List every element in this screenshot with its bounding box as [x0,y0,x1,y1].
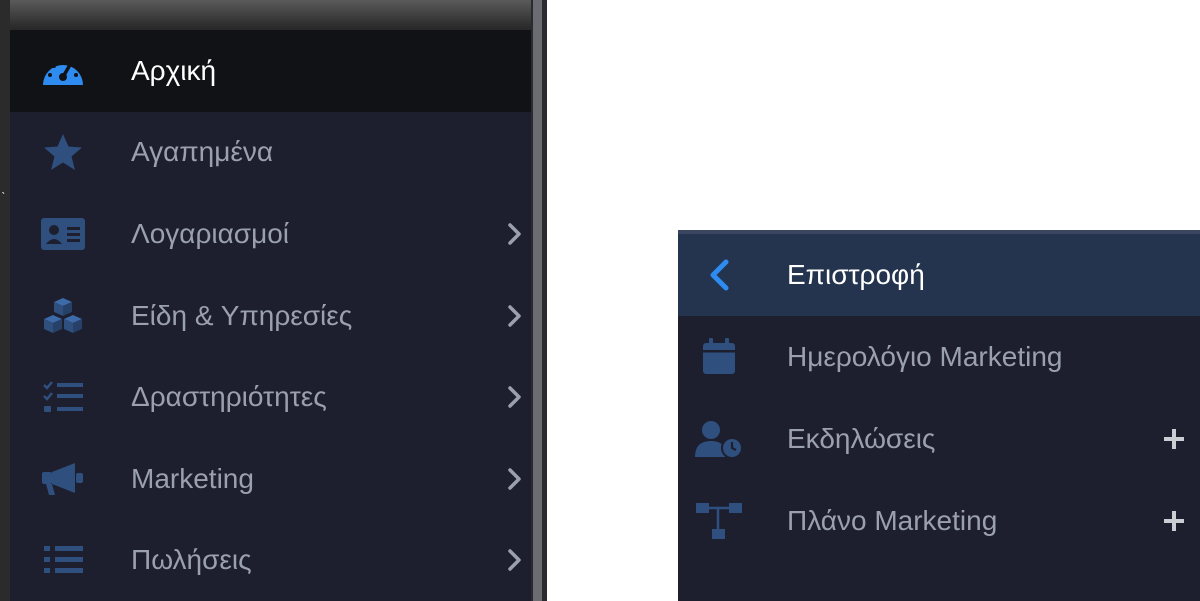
submenu-item-marketing-calendar[interactable]: Ημερολόγιο Marketing [678,316,1200,398]
chevron-right-icon [508,223,521,245]
chevron-right-icon [508,468,521,490]
sitemap-icon [694,500,744,542]
sidebar-menu: Αρχική Αγαπημένα Λογαριασμοί Είδη & Υπηρ… [10,30,531,601]
sidebar-item-products-services[interactable]: Είδη & Υπηρεσίες [10,275,531,357]
megaphone-icon [40,461,86,497]
user-clock-icon [694,418,744,460]
calendar-icon [694,336,744,378]
list-icon [40,542,86,578]
sidebar-item-label: Αρχική [131,54,217,86]
sidebar-item-marketing[interactable]: Marketing [10,438,531,520]
sidebar-item-label: Δραστηριότητες [131,381,327,413]
sidebar-item-accounts[interactable]: Λογαριασμοί [10,193,531,275]
sidebar-item-home[interactable]: Αρχική [10,30,531,112]
dashboard-gauge-icon [40,53,86,89]
sidebar-item-activities[interactable]: Δραστηριότητες [10,356,531,438]
chevron-right-icon [508,549,521,572]
id-card-icon [40,216,86,252]
back-label: Επιστροφή [787,259,925,290]
plus-icon[interactable] [1162,509,1186,533]
sidebar-item-label: Λογαριασμοί [131,217,290,249]
main-sidebar: ˋ Αρχική Αγαπημένα Λογαριασμοί Είδη & Υπ… [0,0,547,601]
star-icon [40,134,86,171]
marketing-submenu: Επιστροφή Ημερολόγιο Marketing Εκδηλώσει… [678,230,1200,601]
chevron-right-icon [508,386,521,408]
submenu-item-label: Ημερολόγιο Marketing [787,341,1063,372]
sidebar-item-favorites[interactable]: Αγαπημένα [10,112,531,194]
cubes-icon [40,297,86,334]
chevron-right-icon [508,304,521,327]
sidebar-item-label: Πωλήσεις [131,544,252,576]
sidebar-item-label: Αγαπημένα [131,136,274,168]
chevron-left-icon [694,254,744,296]
submenu-item-label: Εκδηλώσεις [787,423,936,454]
edge-tick-icon: ˋ [1,189,6,205]
sidebar-item-label: Είδη & Υπηρεσίες [131,299,353,331]
submenu-item-label: Πλάνο Marketing [787,505,998,536]
sidebar-item-sales[interactable]: Πωλήσεις [10,520,531,601]
scrollbar-thumb[interactable] [533,0,542,601]
window-left-edge: ˋ [0,0,10,601]
plus-icon[interactable] [1162,427,1186,451]
back-button[interactable]: Επιστροφή [678,234,1200,316]
submenu-item-marketing-plan[interactable]: Πλάνο Marketing [678,480,1200,562]
submenu-item-events[interactable]: Εκδηλώσεις [678,398,1200,480]
sidebar-item-label: Marketing [131,462,254,494]
sidebar-scrollbar[interactable] [531,0,547,601]
checklist-icon [40,379,86,415]
